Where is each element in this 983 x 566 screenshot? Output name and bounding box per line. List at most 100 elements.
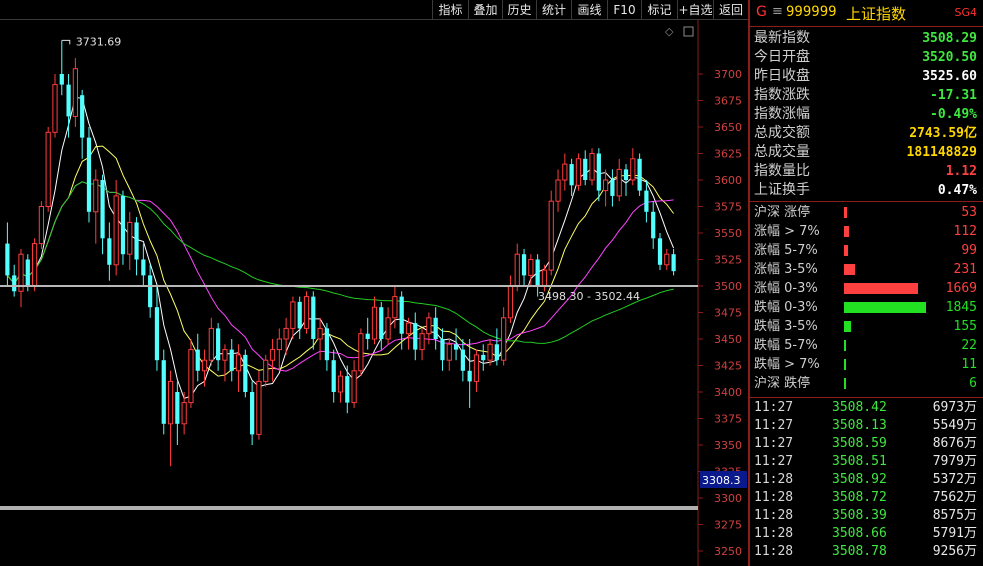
candle bbox=[630, 148, 636, 186]
divider bbox=[750, 397, 983, 398]
stat-value: -17.31 bbox=[930, 88, 977, 103]
y-tick-label: 3700 bbox=[714, 68, 742, 81]
add-watchlist-button[interactable]: +自选 bbox=[677, 0, 713, 20]
candle-body bbox=[59, 74, 64, 85]
candle bbox=[201, 349, 208, 387]
tick-price: 3508.42 bbox=[832, 400, 887, 415]
candle bbox=[188, 339, 194, 408]
candle-body bbox=[358, 333, 364, 372]
candle-body bbox=[175, 392, 180, 424]
tick-time: 11:27 bbox=[754, 400, 794, 415]
tick-price: 3508.59 bbox=[832, 436, 887, 451]
statistics-button[interactable]: 统计 bbox=[536, 0, 571, 20]
candle bbox=[453, 328, 459, 361]
distribution-bar bbox=[844, 226, 849, 237]
candle-body bbox=[243, 354, 248, 392]
candle-body bbox=[473, 354, 480, 382]
candle bbox=[575, 153, 582, 191]
candle-body bbox=[562, 163, 568, 181]
overlay-button[interactable]: 叠加 bbox=[468, 0, 502, 20]
tick-volume: 5372万 bbox=[932, 472, 977, 487]
distribution-label: 跌幅 3-5% bbox=[754, 319, 818, 334]
stat-value: 2743.59亿 bbox=[909, 126, 977, 141]
distribution-label: 涨幅 > 7% bbox=[754, 224, 820, 239]
candle-body bbox=[583, 158, 588, 180]
candle-body bbox=[501, 317, 507, 361]
candle-body bbox=[100, 180, 105, 239]
candle-body bbox=[235, 354, 242, 372]
distribution-row: 涨幅 > 7% 112 bbox=[750, 222, 983, 241]
distribution-label: 涨幅 3-5% bbox=[754, 262, 818, 277]
stat-row: 最新指数 3508.29 bbox=[750, 29, 983, 48]
tick-price: 3508.39 bbox=[832, 508, 887, 523]
tick-row: 11:28 3508.66 5791万 bbox=[750, 525, 983, 543]
stat-row: 上证换手 0.47% bbox=[750, 181, 983, 200]
history-button[interactable]: 历史 bbox=[502, 0, 536, 20]
candle bbox=[596, 148, 601, 202]
draw-line-button[interactable]: 画线 bbox=[571, 0, 607, 20]
candle-body bbox=[113, 195, 119, 266]
candle-body bbox=[216, 328, 221, 361]
f10-button[interactable]: F10 bbox=[607, 0, 641, 20]
candle bbox=[256, 370, 262, 440]
candle bbox=[528, 254, 534, 286]
candle-body bbox=[555, 179, 561, 202]
candle-body bbox=[161, 360, 166, 424]
candle bbox=[419, 328, 425, 361]
tick-price: 3508.51 bbox=[832, 454, 887, 469]
indicator-button[interactable]: 指标 bbox=[432, 0, 468, 20]
tick-volume: 7979万 bbox=[932, 454, 977, 469]
candle bbox=[222, 344, 228, 382]
candle-body bbox=[392, 296, 398, 319]
candle-body bbox=[610, 180, 615, 196]
candle-body bbox=[371, 306, 378, 340]
window-toggle-icon[interactable] bbox=[683, 26, 694, 37]
tick-time: 11:28 bbox=[754, 544, 794, 559]
candle-body bbox=[181, 402, 187, 425]
candlestick-chart[interactable]: 3700 3675 3650 3625 3600 3575 3550 3525 3500 3475… bbox=[0, 20, 748, 566]
ma20-line bbox=[7, 181, 674, 372]
diamond-icon[interactable]: ◇ bbox=[665, 25, 674, 38]
distribution-label: 沪深 跌停 bbox=[754, 376, 811, 391]
candle-body bbox=[107, 238, 112, 265]
tick-time: 11:28 bbox=[754, 472, 794, 487]
candle-body bbox=[263, 359, 269, 382]
distribution-row: 跌幅 3-5% 155 bbox=[750, 317, 983, 336]
candles bbox=[5, 40, 676, 467]
candle-body bbox=[154, 307, 160, 361]
candle bbox=[473, 349, 480, 392]
candle-body bbox=[385, 317, 391, 340]
candle bbox=[371, 296, 378, 345]
stat-row: 总成交量 181148829 bbox=[750, 143, 983, 162]
candle-body bbox=[297, 301, 302, 329]
menu-icon[interactable]: ≡ bbox=[772, 4, 783, 19]
candle-body bbox=[507, 285, 514, 319]
candle-body bbox=[331, 360, 336, 392]
distribution-bar bbox=[844, 264, 855, 275]
y-tick-label: 3600 bbox=[714, 174, 742, 187]
candle bbox=[413, 312, 418, 361]
price-tag-label: 3308.3 bbox=[702, 474, 741, 487]
back-button[interactable]: 返回 bbox=[713, 0, 748, 20]
distribution-row: 沪深 跌停 6 bbox=[750, 374, 983, 393]
tick-row: 11:28 3508.72 7562万 bbox=[750, 489, 983, 507]
high-label: 3731.69 bbox=[76, 35, 122, 48]
distribution-count: 22 bbox=[961, 338, 977, 353]
candle bbox=[637, 153, 642, 196]
candle-body bbox=[379, 307, 384, 339]
mark-button[interactable]: 标记 bbox=[641, 0, 677, 20]
candle-body bbox=[290, 301, 296, 329]
candle bbox=[167, 370, 174, 467]
tick-time: 11:28 bbox=[754, 490, 794, 505]
y-tick-label: 3500 bbox=[714, 280, 742, 293]
stat-value: 0.47% bbox=[937, 183, 977, 198]
candle bbox=[134, 217, 139, 276]
candle-body bbox=[256, 380, 262, 435]
candle bbox=[671, 248, 676, 276]
candle bbox=[351, 360, 357, 408]
candle-body bbox=[250, 392, 255, 435]
stat-label: 今日开盘 bbox=[754, 49, 810, 65]
distribution-count: 11 bbox=[961, 357, 977, 372]
distribution-row: 跌幅 5-7% 22 bbox=[750, 336, 983, 355]
tick-row: 11:27 3508.42 6973万 bbox=[750, 399, 983, 417]
